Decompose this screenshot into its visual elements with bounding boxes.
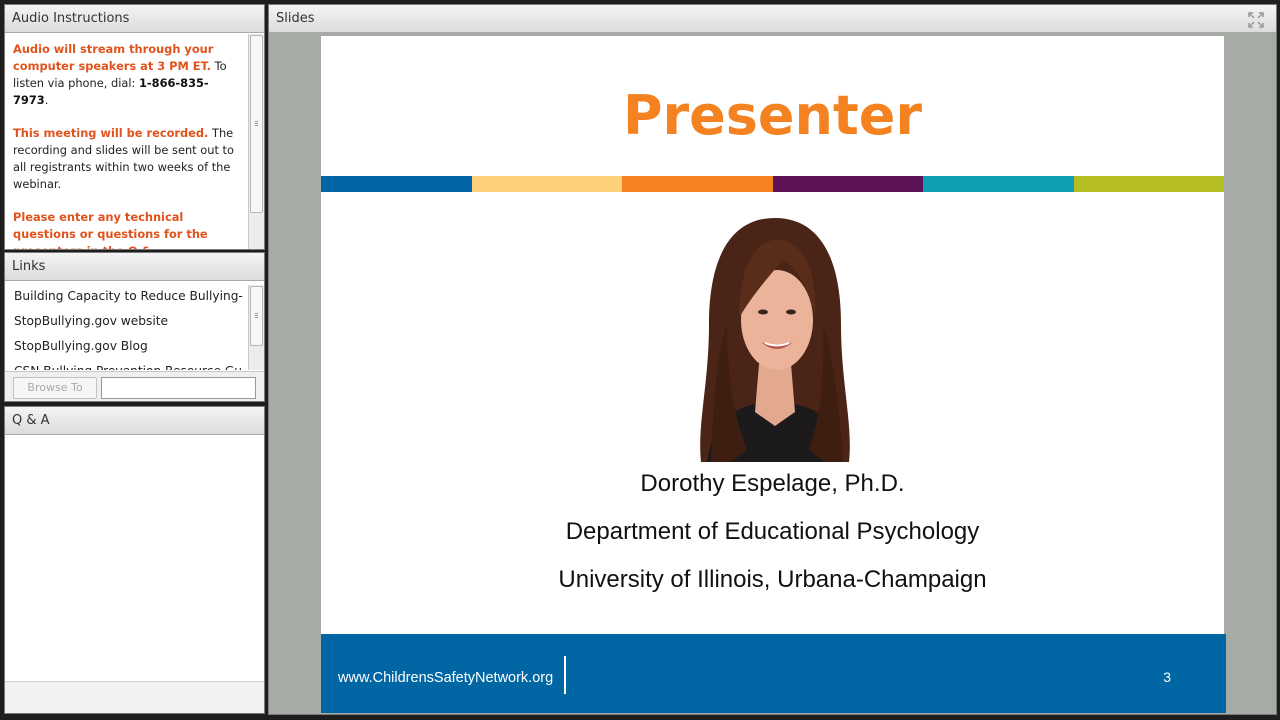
- slides-pod: Slides Presenter Dorothy Espelage, Ph.D.…: [268, 4, 1277, 715]
- links-pod: Links Building Capacity to Reduce Bullyi…: [4, 252, 265, 402]
- link-item[interactable]: CSN Bullying Prevention Resource Gu: [9, 360, 247, 370]
- browse-to-button[interactable]: Browse To: [13, 377, 97, 399]
- stripe-segment: [923, 176, 1074, 192]
- url-input[interactable]: [101, 377, 256, 399]
- audio-paragraph-2: This meeting will be recorded. The recor…: [13, 125, 241, 193]
- presentation-slide: Presenter Dorothy Espelage, Ph.D. Depart…: [321, 36, 1226, 713]
- links-scrollbar[interactable]: [248, 285, 264, 370]
- presenter-name: Dorothy Espelage, Ph.D.: [640, 470, 905, 497]
- phone-end: .: [44, 93, 49, 107]
- footer-divider: [564, 656, 566, 694]
- qa-footer-bar: [5, 681, 264, 713]
- color-stripe: [321, 176, 1224, 192]
- stripe-segment: [622, 176, 773, 192]
- audio-instructions-pod: Audio Instructions Audio will stream thr…: [4, 4, 265, 250]
- footer-url: www.ChildrensSafetyNetwork.org: [338, 670, 554, 686]
- slide-footer: www.ChildrensSafetyNetwork.org 3: [321, 634, 1226, 713]
- slides-pod-header: Slides: [269, 5, 1276, 33]
- stripe-segment: [321, 176, 472, 192]
- stripe-segment: [471, 176, 622, 192]
- stripe-segment: [772, 176, 923, 192]
- browse-row: Browse To: [5, 371, 264, 401]
- audio-scrollbar[interactable]: [248, 34, 264, 249]
- audio-pod-title: Audio Instructions: [5, 5, 264, 33]
- qa-pod-title: Q & A: [5, 407, 264, 435]
- presenter-department: Department of Educational Psychology: [565, 518, 980, 545]
- slides-pod-title: Slides: [276, 11, 315, 26]
- link-item[interactable]: Building Capacity to Reduce Bullying-: [9, 285, 247, 310]
- questions-note: Please enter any technical questions or …: [13, 210, 208, 249]
- presenter-photo: [687, 214, 863, 462]
- fullscreen-icon[interactable]: [1248, 12, 1264, 28]
- qa-pod: Q & A: [4, 406, 265, 714]
- audio-scroll-thumb[interactable]: [250, 35, 263, 213]
- audio-stream-note: Audio will stream through your computer …: [13, 42, 214, 73]
- slide-page-number: 3: [1163, 669, 1171, 685]
- audio-instructions-text: Audio will stream through your computer …: [5, 34, 247, 249]
- stripe-segment: [1073, 176, 1224, 192]
- audio-paragraph-1: Audio will stream through your computer …: [13, 41, 241, 109]
- links-list: Building Capacity to Reduce Bullying- St…: [9, 285, 247, 370]
- audio-paragraph-3: Please enter any technical questions or …: [13, 209, 241, 249]
- presenter-university: University of Illinois, Urbana-Champaign: [558, 566, 987, 593]
- links-pod-title: Links: [5, 253, 264, 281]
- links-scroll-thumb[interactable]: [250, 286, 263, 346]
- link-item[interactable]: StopBullying.gov website: [9, 310, 247, 335]
- slide-title: Presenter: [622, 84, 923, 147]
- recording-note: This meeting will be recorded.: [13, 126, 209, 140]
- link-item[interactable]: StopBullying.gov Blog: [9, 335, 247, 360]
